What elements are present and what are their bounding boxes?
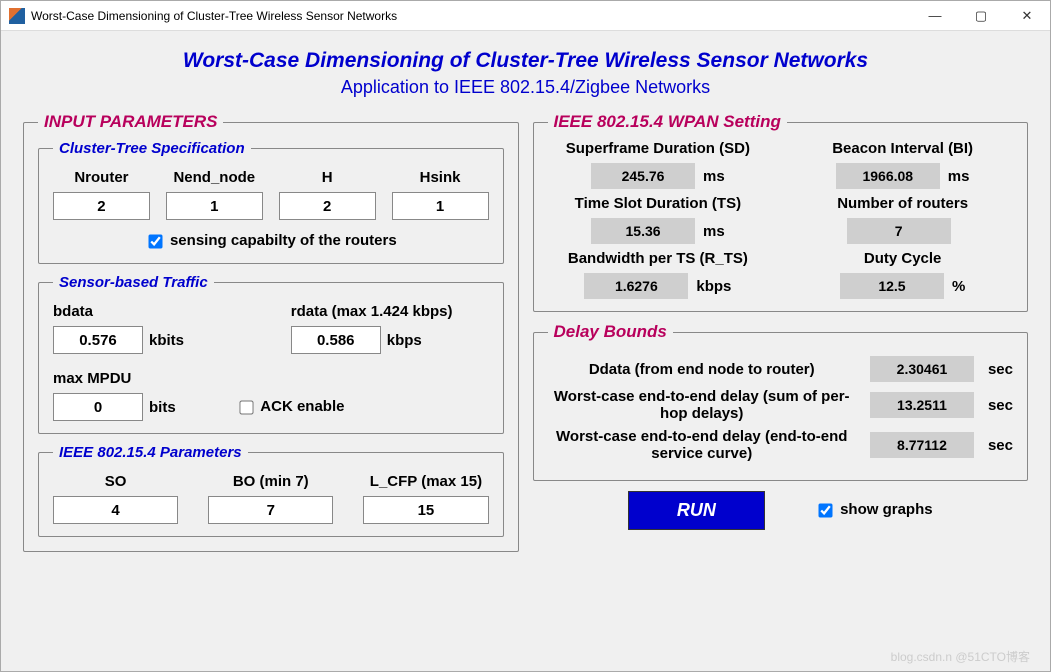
wc-sum-unit: sec: [988, 397, 1013, 414]
matlab-icon: [9, 8, 25, 24]
ddata-unit: sec: [988, 361, 1013, 378]
sensing-capability-checkbox[interactable]: [148, 234, 162, 248]
nrouter-label: Nrouter: [53, 169, 150, 186]
header: Worst-Case Dimensioning of Cluster-Tree …: [23, 49, 1028, 98]
minimize-button[interactable]: —: [912, 1, 958, 31]
bdata-unit: kbits: [149, 332, 184, 349]
ts-value: 15.36: [591, 218, 695, 244]
nendnode-label: Nend_node: [166, 169, 263, 186]
nrouters-label: Number of routers: [792, 195, 1013, 212]
delay-bounds-group: Delay Bounds Ddata (from end node to rou…: [533, 322, 1029, 481]
so-label: SO: [53, 473, 178, 490]
cluster-tree-group: Cluster-Tree Specification Nrouter Nend_…: [38, 140, 504, 264]
dutycycle-value: 12.5: [840, 273, 944, 299]
bdata-input[interactable]: [53, 326, 143, 354]
titlebar: Worst-Case Dimensioning of Cluster-Tree …: [1, 1, 1050, 31]
bi-value: 1966.08: [836, 163, 940, 189]
sd-value: 245.76: [591, 163, 695, 189]
bdata-label: bdata: [53, 303, 251, 320]
bandwidth-label: Bandwidth per TS (R_TS): [548, 250, 769, 267]
lcfp-label: L_CFP (max 15): [363, 473, 488, 490]
watermark: blog.csdn.n @51CTO博客: [891, 648, 1030, 665]
wc-e2e-unit: sec: [988, 437, 1013, 454]
wpan-setting-group: IEEE 802.15.4 WPAN Setting Superframe Du…: [533, 112, 1029, 312]
input-parameters-group: INPUT PARAMETERS Cluster-Tree Specificat…: [23, 112, 519, 552]
nrouter-input[interactable]: [53, 192, 150, 220]
bi-unit: ms: [948, 168, 970, 185]
lcfp-input[interactable]: [363, 496, 488, 524]
window-title: Worst-Case Dimensioning of Cluster-Tree …: [31, 9, 912, 23]
close-button[interactable]: ✕: [1004, 1, 1050, 31]
bandwidth-unit: kbps: [696, 278, 731, 295]
ts-label: Time Slot Duration (TS): [548, 195, 769, 212]
delay-bounds-legend: Delay Bounds: [548, 322, 673, 342]
show-graphs-label[interactable]: show graphs: [815, 501, 933, 518]
nendnode-input[interactable]: [166, 192, 263, 220]
rdata-label: rdata (max 1.424 kbps): [291, 303, 489, 320]
ieee-params-group: IEEE 802.15.4 Parameters SO BO (min 7): [38, 444, 504, 537]
page-subtitle: Application to IEEE 802.15.4/Zigbee Netw…: [23, 77, 1028, 98]
app-window: Worst-Case Dimensioning of Cluster-Tree …: [0, 0, 1051, 672]
bo-input[interactable]: [208, 496, 333, 524]
ddata-value: 2.30461: [870, 356, 974, 382]
window-controls: — ▢ ✕: [912, 1, 1050, 31]
page-title: Worst-Case Dimensioning of Cluster-Tree …: [23, 49, 1028, 73]
sensor-traffic-group: Sensor-based Traffic bdata kbits rdata: [38, 274, 504, 434]
wc-sum-value: 13.2511: [870, 392, 974, 418]
bi-label: Beacon Interval (BI): [792, 140, 1013, 157]
bo-label: BO (min 7): [208, 473, 333, 490]
mpdu-label: max MPDU: [53, 370, 176, 387]
maximize-button[interactable]: ▢: [958, 1, 1004, 31]
cluster-tree-legend: Cluster-Tree Specification: [53, 140, 251, 157]
sensor-traffic-legend: Sensor-based Traffic: [53, 274, 214, 291]
wpan-setting-legend: IEEE 802.15.4 WPAN Setting: [548, 112, 787, 132]
input-parameters-legend: INPUT PARAMETERS: [38, 112, 223, 132]
wc-e2e-label: Worst-case end-to-end delay (end-to-end …: [548, 428, 856, 462]
h-input[interactable]: [279, 192, 376, 220]
ack-enable-label[interactable]: ACK enable: [236, 398, 345, 415]
h-label: H: [279, 169, 376, 186]
sd-unit: ms: [703, 168, 725, 185]
wc-sum-label: Worst-case end-to-end delay (sum of per-…: [548, 388, 856, 422]
wc-e2e-value: 8.77112: [870, 432, 974, 458]
hsink-label: Hsink: [392, 169, 489, 186]
run-button[interactable]: RUN: [628, 491, 765, 530]
dutycycle-unit: %: [952, 278, 965, 295]
ts-unit: ms: [703, 223, 725, 240]
bandwidth-value: 1.6276: [584, 273, 688, 299]
dutycycle-label: Duty Cycle: [792, 250, 1013, 267]
rdata-input[interactable]: [291, 326, 381, 354]
mpdu-input[interactable]: [53, 393, 143, 421]
content-area: Worst-Case Dimensioning of Cluster-Tree …: [1, 31, 1050, 671]
ieee-params-legend: IEEE 802.15.4 Parameters: [53, 444, 248, 461]
sd-label: Superframe Duration (SD): [548, 140, 769, 157]
mpdu-unit: bits: [149, 399, 176, 416]
ddata-label: Ddata (from end node to router): [548, 361, 856, 378]
nrouters-value: 7: [847, 218, 951, 244]
show-graphs-checkbox[interactable]: [818, 503, 832, 517]
ack-enable-checkbox[interactable]: [239, 400, 253, 414]
so-input[interactable]: [53, 496, 178, 524]
hsink-input[interactable]: [392, 192, 489, 220]
sensing-capability-checkbox-label[interactable]: sensing capabilty of the routers: [145, 232, 397, 249]
rdata-unit: kbps: [387, 332, 422, 349]
